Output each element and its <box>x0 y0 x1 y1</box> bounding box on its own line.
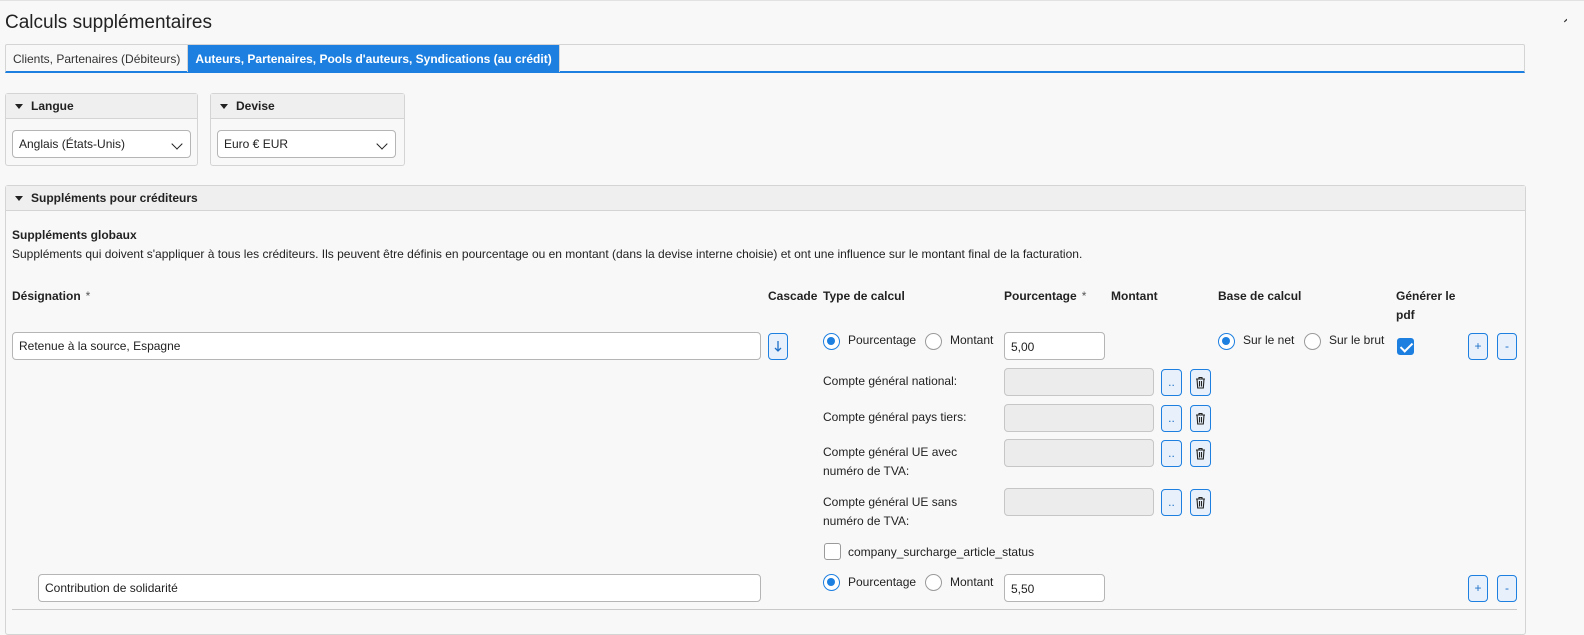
type-montant-label-2: Montant <box>950 575 994 589</box>
top-border <box>0 0 1584 1</box>
base-net-label: Sur le net <box>1243 333 1295 347</box>
trash-icon <box>1196 496 1205 509</box>
row-divider <box>12 609 1517 610</box>
remove-row-button[interactable]: - <box>1497 333 1517 360</box>
account-ue-avec-browse-button[interactable]: .. <box>1161 440 1182 467</box>
base-brut-label: Sur le brut <box>1329 333 1385 347</box>
required-marker: * <box>85 289 91 303</box>
langue-select[interactable]: Anglais (États-Unis) <box>12 130 191 158</box>
account-tiers-delete-button[interactable] <box>1190 405 1211 432</box>
account-national-browse-button[interactable]: .. <box>1161 369 1182 396</box>
account-ue-avec-label-line1: Compte général UE avec <box>823 445 958 459</box>
base-calcul-header: Base de calcul <box>1218 289 1302 303</box>
account-ue-sans-label-line2: numéro de TVA: <box>823 514 910 528</box>
type-montant-label: Montant <box>950 333 994 347</box>
base-brut-radio[interactable] <box>1304 333 1321 350</box>
pourcentage-header-label: Pourcentage <box>1004 289 1077 303</box>
arrow-down-icon <box>774 341 782 352</box>
supplements-panel-header[interactable]: Suppléments pour créditeurs <box>6 186 1525 211</box>
trash-icon <box>1196 376 1205 389</box>
collapse-triangle-icon <box>15 104 23 109</box>
account-tiers-input <box>1004 404 1154 432</box>
base-net-radio[interactable] <box>1218 333 1235 350</box>
corner-caret-icon: ⌃ <box>1561 18 1567 30</box>
chevron-down-icon <box>171 138 183 150</box>
designation-header-label: Désignation <box>12 289 81 303</box>
type-calcul-header: Type de calcul <box>823 289 905 303</box>
account-national-input <box>1004 368 1154 396</box>
devise-selected-value: Euro € EUR <box>224 137 289 151</box>
account-ue-avec-delete-button[interactable] <box>1190 440 1211 467</box>
tab-auteurs-credit[interactable]: Auteurs, Partenaires, Pools d'auteurs, S… <box>188 45 560 72</box>
designation-input[interactable]: Retenue à la source, Espagne <box>12 332 761 360</box>
page-title: Calculs supplémentaires <box>5 12 212 33</box>
trash-icon <box>1196 412 1205 425</box>
devise-title: Devise <box>236 99 275 113</box>
global-supplements-description: Suppléments qui doivent s'appliquer à to… <box>12 247 1083 261</box>
generer-pdf-checkbox[interactable] <box>1397 338 1414 355</box>
add-row-button-2[interactable]: + <box>1468 575 1488 602</box>
montant-header: Montant <box>1111 289 1158 303</box>
article-status-checkbox[interactable] <box>824 543 841 560</box>
supplements-title: Suppléments pour créditeurs <box>31 191 198 205</box>
designation-input-2[interactable]: Contribution de solidarité <box>38 574 761 602</box>
generer-pdf-header-line2: pdf <box>1396 308 1415 322</box>
article-status-label: company_surcharge_article_status <box>848 545 1035 559</box>
cascade-header: Cascade <box>768 289 818 303</box>
add-row-button[interactable]: + <box>1468 333 1488 360</box>
devise-panel: Devise Euro € EUR <box>210 93 405 166</box>
type-pourcentage-radio[interactable] <box>823 333 840 350</box>
collapse-triangle-icon <box>220 104 228 109</box>
account-national-label: Compte général national: <box>823 374 958 388</box>
account-ue-sans-browse-button[interactable]: .. <box>1161 489 1182 516</box>
langue-title: Langue <box>31 99 74 113</box>
pourcentage-header: Pourcentage * <box>1004 289 1086 303</box>
global-supplements-title: Suppléments globaux <box>12 228 137 242</box>
required-marker: * <box>1081 289 1087 303</box>
account-ue-sans-label-line1: Compte général UE sans <box>823 495 958 509</box>
generer-pdf-header-line1: Générer le <box>1396 289 1456 303</box>
account-national-delete-button[interactable] <box>1190 369 1211 396</box>
pourcentage-input[interactable]: 5,00 <box>1004 332 1105 360</box>
langue-panel-header[interactable]: Langue <box>6 94 197 119</box>
tab-clients-debiteurs[interactable]: Clients, Partenaires (Débiteurs) <box>6 45 189 72</box>
tab-bar: Clients, Partenaires (Débiteurs) Auteurs… <box>5 44 1525 73</box>
devise-select[interactable]: Euro € EUR <box>217 130 396 158</box>
account-ue-sans-input <box>1004 488 1154 516</box>
devise-panel-header[interactable]: Devise <box>211 94 404 119</box>
chevron-down-icon <box>376 138 388 150</box>
pourcentage-input-2[interactable]: 5,50 <box>1004 574 1105 602</box>
type-montant-radio[interactable] <box>925 333 942 350</box>
account-tiers-label: Compte général pays tiers: <box>823 410 967 424</box>
langue-panel: Langue Anglais (États-Unis) <box>5 93 198 166</box>
trash-icon <box>1196 447 1205 460</box>
account-ue-sans-delete-button[interactable] <box>1190 489 1211 516</box>
account-tiers-browse-button[interactable]: .. <box>1161 405 1182 432</box>
account-ue-avec-input <box>1004 439 1154 467</box>
designation-header: Désignation * <box>12 289 90 303</box>
type-pourcentage-label-2: Pourcentage <box>848 575 917 589</box>
type-pourcentage-label: Pourcentage <box>848 333 917 347</box>
remove-row-button-2[interactable]: - <box>1497 575 1517 602</box>
langue-selected-value: Anglais (États-Unis) <box>19 137 126 151</box>
account-ue-avec-label-line2: numéro de TVA: <box>823 464 910 478</box>
type-montant-radio-2[interactable] <box>925 574 942 591</box>
cascade-button[interactable] <box>768 333 788 360</box>
type-pourcentage-radio-2[interactable] <box>823 574 840 591</box>
collapse-triangle-icon <box>15 196 23 201</box>
